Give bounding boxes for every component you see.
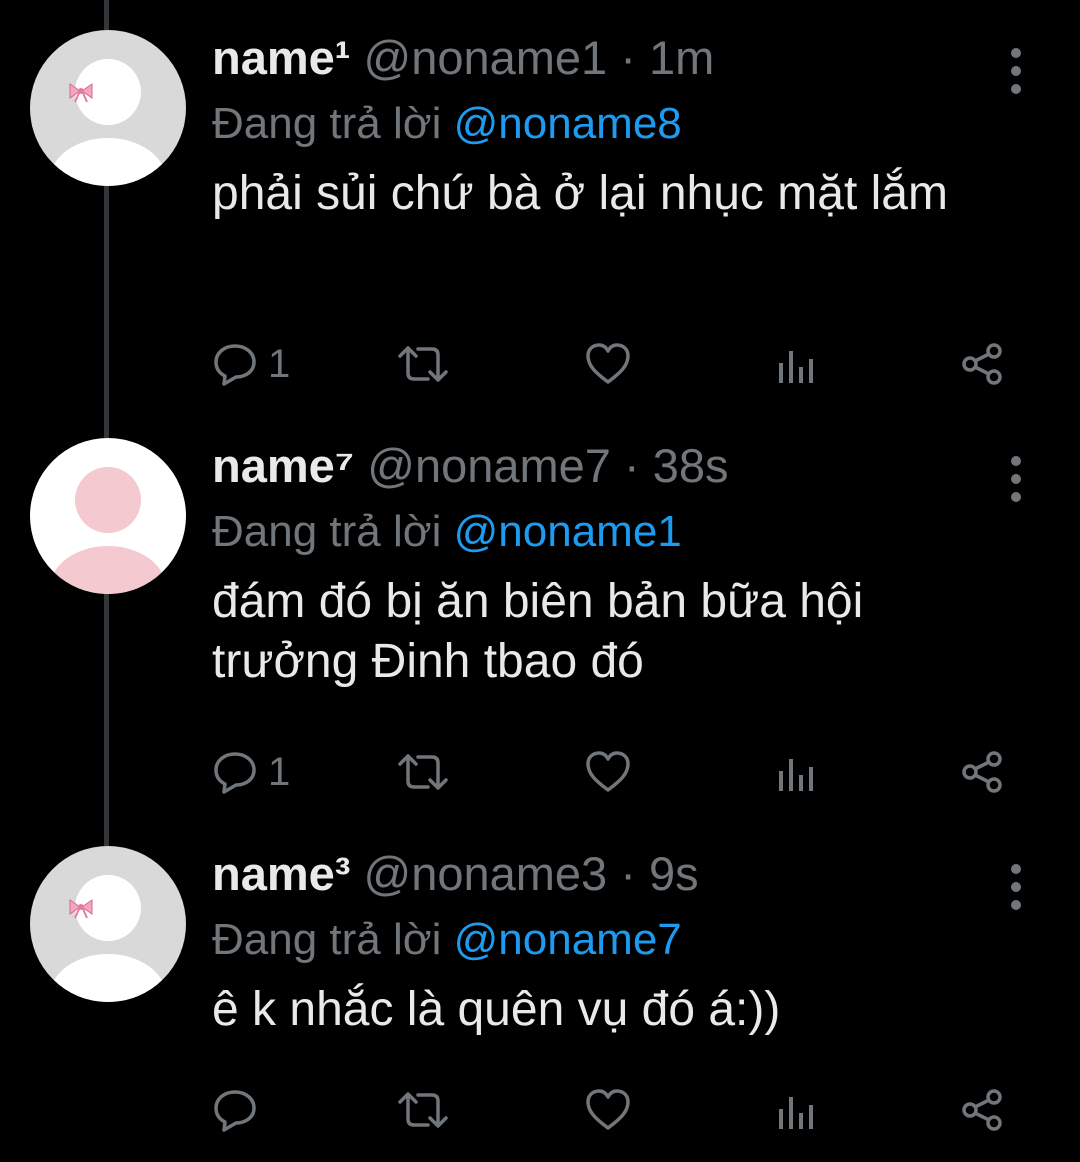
more-icon (1011, 48, 1021, 94)
reply-count: 1 (268, 750, 291, 794)
replying-to-label: Đang trả lời (212, 915, 442, 964)
timestamp[interactable]: 1m (649, 31, 714, 84)
retweet-button[interactable] (396, 336, 450, 392)
timestamp[interactable]: 38s (653, 439, 729, 492)
retweet-icon (398, 346, 448, 382)
tweet[interactable]: name⁷ @noname7 · 38s Đang trả lời @nonam… (0, 438, 1080, 838)
mention-link[interactable]: @noname7 (454, 915, 682, 964)
analytics-icon (779, 1097, 813, 1129)
more-icon (1011, 864, 1021, 910)
reply-button[interactable] (212, 1082, 268, 1138)
retweet-button[interactable] (396, 1082, 450, 1138)
reply-icon (214, 1090, 256, 1132)
more-options-button[interactable] (1003, 862, 1029, 912)
separator-dot: · (620, 31, 636, 84)
retweet-icon (398, 1092, 448, 1128)
more-icon (1011, 456, 1021, 502)
avatar[interactable] (30, 30, 186, 186)
share-icon (962, 1089, 1002, 1131)
user-handle[interactable]: @noname7 (367, 439, 611, 492)
like-icon (586, 1089, 630, 1130)
analytics-button[interactable] (776, 744, 816, 800)
share-icon (962, 751, 1002, 793)
display-name[interactable]: name³ (212, 847, 350, 900)
tweet-content: name³ @noname3 · 9s Đang trả lời @noname… (212, 846, 1040, 1040)
retweet-icon (398, 754, 448, 790)
replying-to-label: Đang trả lời (212, 507, 442, 556)
tweet-content: name¹ @noname1 · 1m Đang trả lời @noname… (212, 30, 1040, 224)
display-name[interactable]: name¹ (212, 31, 350, 84)
separator-dot: · (620, 847, 636, 900)
analytics-icon (779, 759, 813, 791)
replying-to: Đang trả lời @noname7 (212, 912, 1040, 968)
replying-to: Đang trả lời @noname8 (212, 96, 1040, 152)
tweet-text: ê k nhắc là quên vụ đó á:)) (212, 983, 781, 1036)
separator-dot: · (624, 439, 640, 492)
replying-to: Đang trả lời @noname1 (212, 504, 1040, 560)
like-button[interactable] (584, 336, 632, 392)
timestamp[interactable]: 9s (649, 847, 699, 900)
user-handle[interactable]: @noname1 (364, 31, 608, 84)
tweet-header: name¹ @noname1 · 1m (212, 30, 1040, 86)
mention-link[interactable]: @noname8 (454, 99, 682, 148)
analytics-button[interactable] (776, 1082, 816, 1138)
tweet-text: phải sủi chứ bà ở lại nhục mặt lắm (212, 167, 948, 220)
analytics-button[interactable] (776, 336, 816, 392)
tweet-header: name⁷ @noname7 · 38s (212, 438, 1040, 494)
avatar-image (30, 846, 186, 1002)
tweet-header: name³ @noname3 · 9s (212, 846, 1040, 902)
analytics-icon (779, 351, 813, 383)
retweet-button[interactable] (396, 744, 450, 800)
like-button[interactable] (584, 1082, 632, 1138)
avatar-image (30, 30, 186, 186)
tweet[interactable]: name¹ @noname1 · 1m Đang trả lời @noname… (0, 30, 1080, 430)
reply-icon (214, 344, 256, 386)
reply-count: 1 (268, 342, 291, 386)
reply-icon (214, 752, 256, 794)
reply-thread: name¹ @noname1 · 1m Đang trả lời @noname… (0, 0, 1080, 1162)
display-name[interactable]: name⁷ (212, 439, 354, 492)
avatar[interactable] (30, 846, 186, 1002)
tweet-text: đám đó bị ăn biên bản bữa hội trưởng Đin… (212, 575, 864, 688)
like-button[interactable] (584, 744, 632, 800)
share-button[interactable] (960, 336, 1006, 392)
avatar-image (30, 438, 186, 594)
action-bar: 1 (212, 336, 1032, 392)
like-icon (586, 343, 630, 384)
share-button[interactable] (960, 744, 1006, 800)
reply-button[interactable]: 1 (212, 336, 290, 392)
more-options-button[interactable] (1003, 46, 1029, 96)
share-icon (962, 343, 1002, 385)
action-bar (212, 1082, 1032, 1138)
tweet[interactable]: name³ @noname3 · 9s Đang trả lời @noname… (0, 846, 1080, 1162)
share-button[interactable] (960, 1082, 1006, 1138)
like-icon (586, 751, 630, 792)
reply-button[interactable]: 1 (212, 744, 290, 800)
replying-to-label: Đang trả lời (212, 99, 442, 148)
user-handle[interactable]: @noname3 (364, 847, 608, 900)
action-bar: 1 (212, 744, 1032, 800)
mention-link[interactable]: @noname1 (454, 507, 682, 556)
tweet-content: name⁷ @noname7 · 38s Đang trả lời @nonam… (212, 438, 1040, 692)
avatar[interactable] (30, 438, 186, 594)
thread-line (104, 0, 109, 30)
more-options-button[interactable] (1003, 454, 1029, 504)
